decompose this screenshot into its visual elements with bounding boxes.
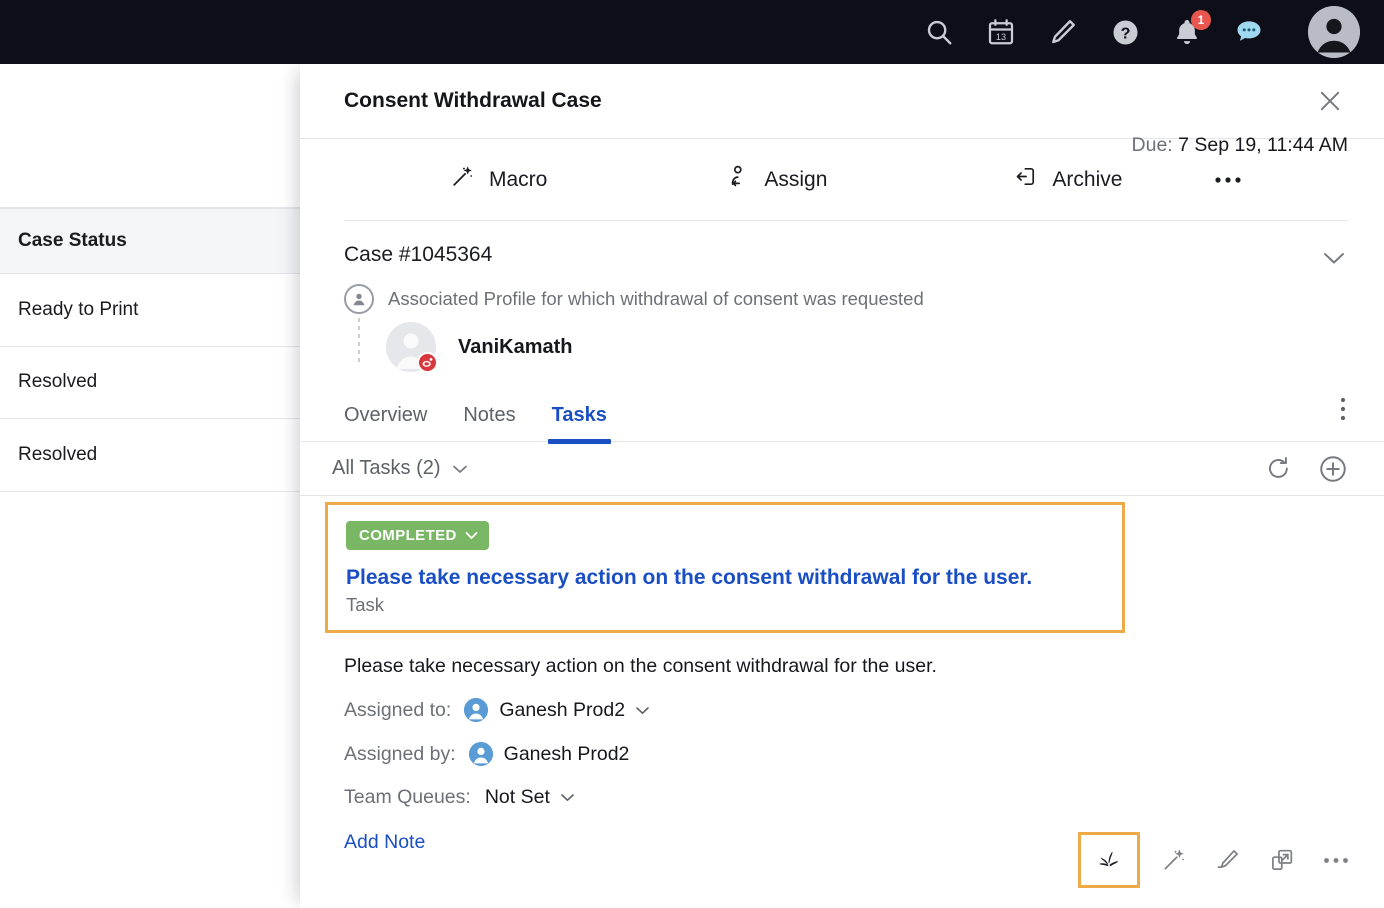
task-card-highlighted[interactable]: COMPLETED Please take necessary action o… <box>325 502 1125 633</box>
all-tasks-label: All Tasks (2) <box>332 457 441 479</box>
weibo-network-badge-icon <box>417 352 438 373</box>
more-horizontal-icon[interactable] <box>1316 840 1356 880</box>
table-column-header-case-status: Case Status <box>0 208 310 274</box>
app-root: 13 ? 1 Case Status Ready to Print Resolv… <box>0 0 1384 908</box>
associated-profile-row: Associated Profile for which withdrawal … <box>344 284 1348 314</box>
topbar-icon-group: 13 ? 1 <box>922 6 1360 58</box>
macro-label: Macro <box>489 167 548 191</box>
case-summary-block: Case #1045364 Associated Profile for whi… <box>300 221 1384 373</box>
table-spacer-mid <box>0 138 310 208</box>
assigned-to-row: Assigned to: Ganesh Prod2 <box>344 698 1348 722</box>
compose-pencil-icon[interactable] <box>1046 15 1080 49</box>
chevron-down-icon[interactable] <box>559 792 576 803</box>
chevron-down-icon <box>465 532 478 539</box>
assign-label: Assign <box>764 167 828 191</box>
tree-connector-line <box>358 318 360 362</box>
chevron-down-icon <box>452 465 467 473</box>
task-action-icon-bar <box>1078 832 1356 888</box>
messages-chat-icon[interactable] <box>1232 15 1266 49</box>
magic-wand-icon[interactable] <box>1154 840 1194 880</box>
svg-text:13: 13 <box>996 32 1006 42</box>
tasks-filter-row: All Tasks (2) <box>300 442 1384 496</box>
team-queues-row: Team Queues: Not Set <box>344 786 1348 809</box>
svg-text:?: ? <box>1120 24 1130 42</box>
assigner-avatar-icon <box>468 742 493 766</box>
team-queues-value[interactable]: Not Set <box>485 786 550 809</box>
assigned-by-value: Ganesh Prod2 <box>503 742 630 765</box>
assigned-by-row: Assigned by: Ganesh Prod2 <box>344 742 1348 766</box>
close-icon[interactable] <box>1312 83 1348 119</box>
task-description: Please take necessary action on the cons… <box>344 655 937 677</box>
case-number: Case #1045364 <box>344 243 493 266</box>
table-row[interactable]: Resolved <box>0 419 310 492</box>
assigned-to-value[interactable]: Ganesh Prod2 <box>499 699 625 722</box>
profile-name: VaniKamath <box>458 335 573 358</box>
table-row[interactable]: Resolved <box>0 347 310 420</box>
calendar-icon[interactable]: 13 <box>984 15 1018 49</box>
team-queues-label: Team Queues: <box>344 786 471 808</box>
assign-person-icon <box>725 164 750 195</box>
avatar[interactable] <box>386 322 438 373</box>
task-details: Please take necessary action on the cons… <box>300 633 1384 854</box>
user-avatar-icon[interactable] <box>1308 6 1360 58</box>
archive-label: Archive <box>1052 167 1123 191</box>
status-badge[interactable]: COMPLETED <box>346 521 489 550</box>
open-external-icon[interactable] <box>1262 840 1302 880</box>
macro-button[interactable]: Macro <box>450 164 547 195</box>
help-question-icon[interactable]: ? <box>1108 15 1142 49</box>
chevron-down-icon[interactable] <box>634 705 651 716</box>
due-value: 7 Sep 19, 11:44 AM <box>1178 134 1348 156</box>
table-row[interactable]: Ready to Print <box>0 274 310 347</box>
highlighter-pen-icon[interactable] <box>1208 840 1248 880</box>
task-type-label: Task <box>346 594 385 615</box>
tab-notes[interactable]: Notes <box>463 404 515 441</box>
archive-icon <box>1013 164 1038 195</box>
assignee-avatar-icon <box>464 698 489 722</box>
assigned-to-label: Assigned to: <box>344 698 452 721</box>
notifications-bell-icon[interactable]: 1 <box>1170 10 1211 49</box>
status-badge-label: COMPLETED <box>359 527 457 544</box>
task-title-link[interactable]: Please take necessary action on the cons… <box>346 566 1104 590</box>
profile-entry-row: VaniKamath <box>344 318 1348 373</box>
panel-header: Consent Withdrawal Case <box>300 64 1384 139</box>
assigned-by-label: Assigned by: <box>344 742 456 765</box>
assign-button[interactable]: Assign <box>725 164 827 195</box>
profile-circle-icon <box>344 284 374 314</box>
refresh-icon[interactable] <box>1265 455 1292 482</box>
associated-profile-text: Associated Profile for which withdrawal … <box>388 288 924 309</box>
detail-tabs: Overview Notes Tasks <box>300 390 1384 444</box>
tab-overview[interactable]: Overview <box>344 404 427 441</box>
tabs-more-vertical-icon[interactable] <box>1338 396 1348 441</box>
table-spacer-top <box>0 64 310 138</box>
tab-tasks[interactable]: Tasks <box>547 404 612 444</box>
notification-count-badge: 1 <box>1191 10 1211 30</box>
add-task-icon[interactable] <box>1318 454 1348 484</box>
chevron-down-icon[interactable] <box>1320 243 1348 272</box>
more-options-icon[interactable] <box>1214 175 1242 185</box>
top-navigation-bar: 13 ? 1 <box>0 0 1384 64</box>
case-detail-panel: Consent Withdrawal Case Macro Assign Arc… <box>300 64 1384 908</box>
background-case-table: Case Status Ready to Print Resolved Reso… <box>0 64 310 908</box>
page-title: Consent Withdrawal Case <box>344 89 602 112</box>
magic-wand-icon <box>450 164 475 195</box>
sprout-leaves-icon[interactable] <box>1078 832 1140 888</box>
due-label: Due: <box>1131 134 1173 156</box>
search-icon[interactable] <box>922 15 956 49</box>
all-tasks-filter-dropdown[interactable]: All Tasks (2) <box>332 457 469 480</box>
archive-button[interactable]: Archive <box>1013 164 1122 195</box>
task-due-date: Due: 7 Sep 19, 11:44 AM <box>1132 134 1348 157</box>
